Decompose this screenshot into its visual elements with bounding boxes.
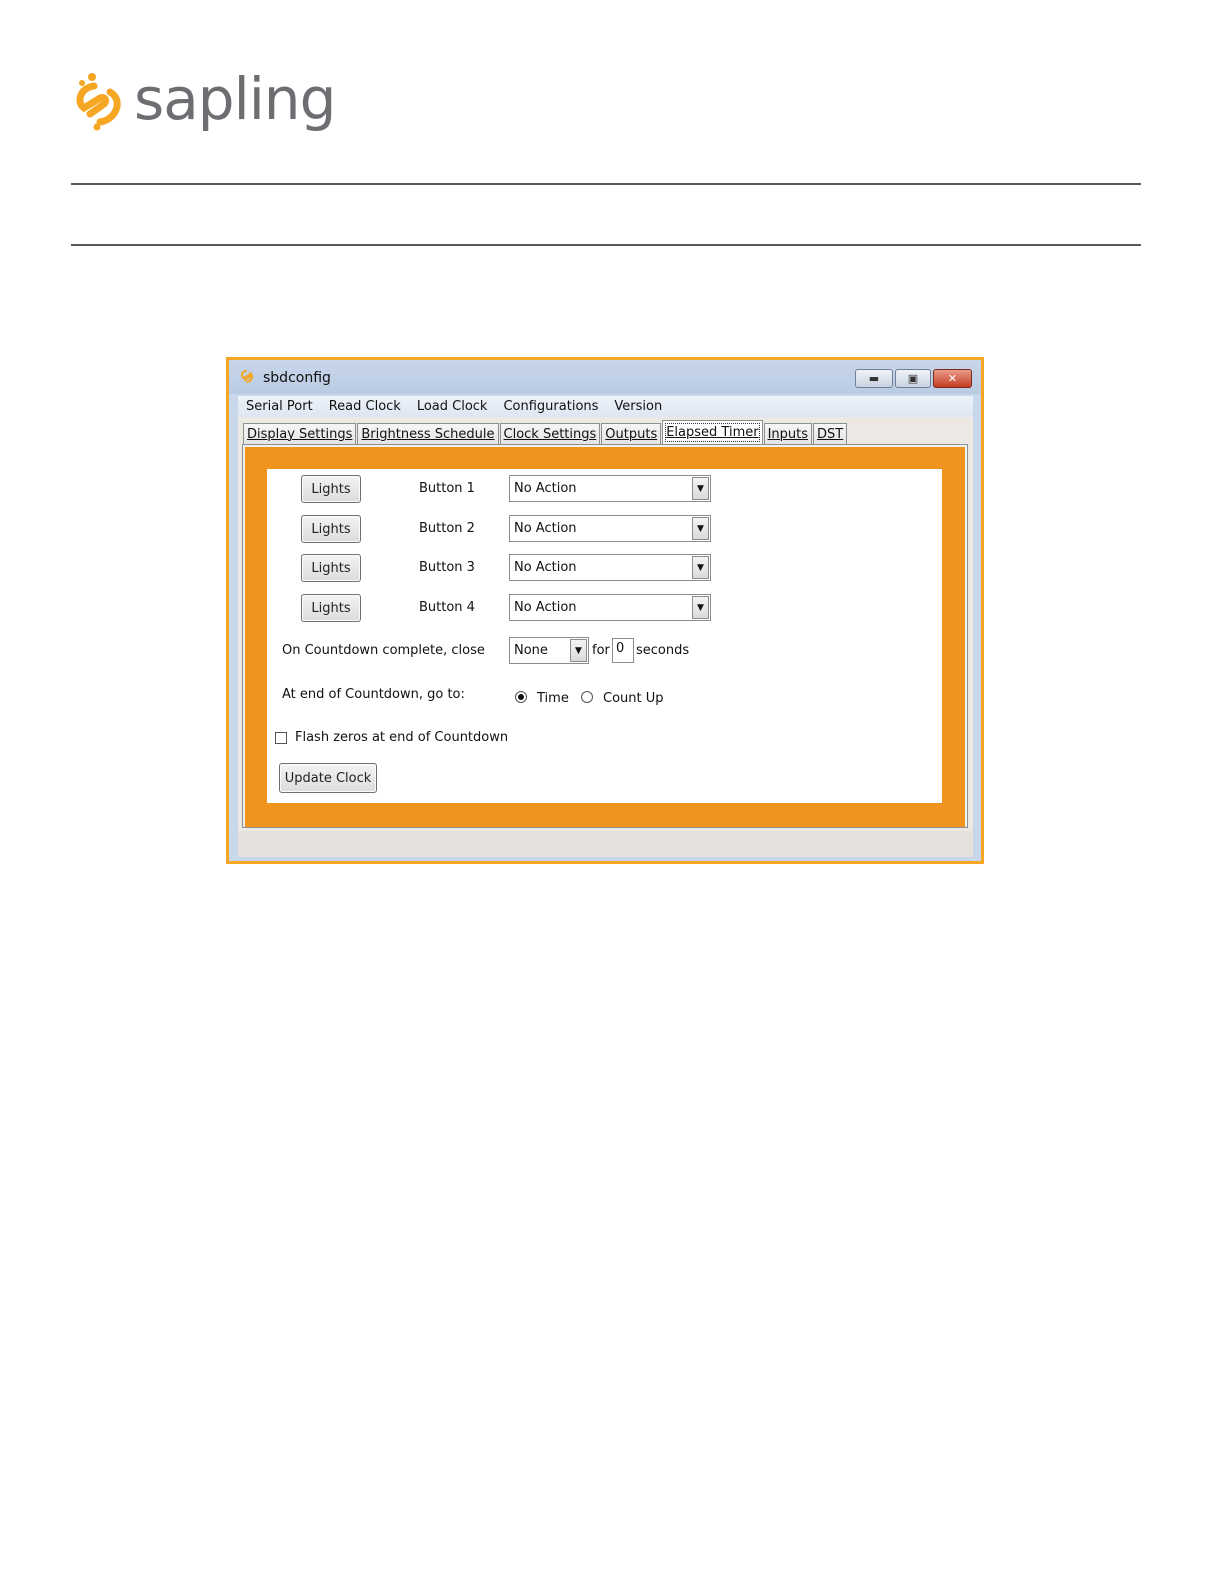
minimize-button[interactable]: ▬ — [855, 369, 893, 388]
countdown-close-select[interactable]: None ▼ — [509, 637, 589, 664]
button-2-action-select[interactable]: No Action ▼ — [509, 515, 711, 542]
chevron-down-icon[interactable]: ▼ — [692, 477, 709, 500]
button-2-label: Button 2 — [419, 521, 475, 536]
button-4-action-value: No Action — [514, 600, 577, 615]
tab-inputs[interactable]: Inputs — [763, 423, 813, 445]
sapling-logo — [70, 66, 124, 136]
flash-zeros-checkbox[interactable] — [275, 732, 287, 744]
flash-zeros-label[interactable]: Flash zeros at end of Countdown — [295, 730, 508, 745]
tab-elapsed-timer[interactable]: Elapsed Timer — [662, 420, 763, 445]
menu-serial-port[interactable]: Serial Port — [246, 399, 313, 414]
sapling-wordmark: sapling — [134, 65, 336, 133]
seconds-input[interactable]: 0 — [612, 638, 634, 663]
elapsed-timer-settings: Lights Button 1 No Action ▼ Lights Butto… — [267, 469, 942, 803]
sapling-logo-icon — [76, 73, 121, 131]
menu-configurations[interactable]: Configurations — [503, 399, 598, 414]
tab-brightness-schedule[interactable]: Brightness Schedule — [357, 423, 499, 445]
minimize-icon: ▬ — [868, 372, 880, 385]
close-button[interactable]: ✕ — [933, 369, 972, 388]
tab-display-settings[interactable]: Display Settings — [243, 423, 357, 445]
maximize-icon: ▣ — [907, 372, 919, 385]
lights-button-4[interactable]: Lights — [301, 594, 361, 622]
tab-clock-settings[interactable]: Clock Settings — [499, 423, 601, 445]
menu-read-clock[interactable]: Read Clock — [329, 399, 401, 414]
update-clock-button[interactable]: Update Clock — [279, 763, 377, 793]
window-client-area: Display Settings Brightness Schedule Clo… — [238, 417, 973, 857]
button-4-action-select[interactable]: No Action ▼ — [509, 594, 711, 621]
count-up-radio[interactable] — [581, 691, 593, 703]
tab-outputs[interactable]: Outputs — [601, 423, 662, 445]
maximize-button[interactable]: ▣ — [895, 369, 931, 388]
header-rule-top — [71, 183, 1141, 185]
lights-button-2[interactable]: Lights — [301, 515, 361, 543]
button-2-action-value: No Action — [514, 521, 577, 536]
lights-button-3[interactable]: Lights — [301, 554, 361, 582]
status-bar — [238, 831, 973, 857]
button-3-action-select[interactable]: No Action ▼ — [509, 554, 711, 581]
menu-version[interactable]: Version — [614, 399, 662, 414]
header-rule-bottom — [71, 244, 1141, 246]
sapling-logo-icon — [240, 370, 254, 383]
menu-load-clock[interactable]: Load Clock — [417, 399, 488, 414]
for-label: for — [592, 643, 610, 658]
lights-button-1[interactable]: Lights — [301, 475, 361, 503]
button-1-action-value: No Action — [514, 481, 577, 496]
button-3-action-value: No Action — [514, 560, 577, 575]
button-4-label: Button 4 — [419, 600, 475, 615]
tab-dst[interactable]: DST — [813, 423, 848, 445]
button-3-label: Button 3 — [419, 560, 475, 575]
sbdconfig-window: sbdconfig ▬ ▣ ✕ Serial Port Read Clock L… — [226, 357, 984, 864]
time-radio[interactable] — [515, 691, 527, 703]
button-1-action-select[interactable]: No Action ▼ — [509, 475, 711, 502]
window-title: sbdconfig — [263, 370, 331, 386]
menu-bar: Serial Port Read Clock Load Clock Config… — [238, 396, 973, 417]
highlight-frame: Lights Button 1 No Action ▼ Lights Butto… — [245, 447, 965, 827]
countdown-close-value: None — [514, 643, 548, 658]
chevron-down-icon[interactable]: ▼ — [692, 596, 709, 619]
seconds-label: seconds — [636, 643, 690, 658]
chevron-down-icon[interactable]: ▼ — [692, 517, 709, 540]
close-icon: ✕ — [947, 372, 958, 385]
elapsed-timer-tab-panel: Lights Button 1 No Action ▼ Lights Butto… — [242, 444, 968, 828]
chevron-down-icon[interactable]: ▼ — [692, 556, 709, 579]
time-radio-label[interactable]: Time — [537, 691, 569, 706]
tab-strip: Display Settings Brightness Schedule Clo… — [243, 420, 848, 445]
count-up-radio-label[interactable]: Count Up — [603, 691, 664, 706]
button-1-label: Button 1 — [419, 481, 475, 496]
chevron-down-icon[interactable]: ▼ — [570, 639, 587, 662]
title-bar[interactable]: sbdconfig ▬ ▣ ✕ — [229, 360, 981, 394]
end-of-countdown-label: At end of Countdown, go to: — [282, 687, 465, 702]
countdown-close-label: On Countdown complete, close — [282, 643, 485, 658]
